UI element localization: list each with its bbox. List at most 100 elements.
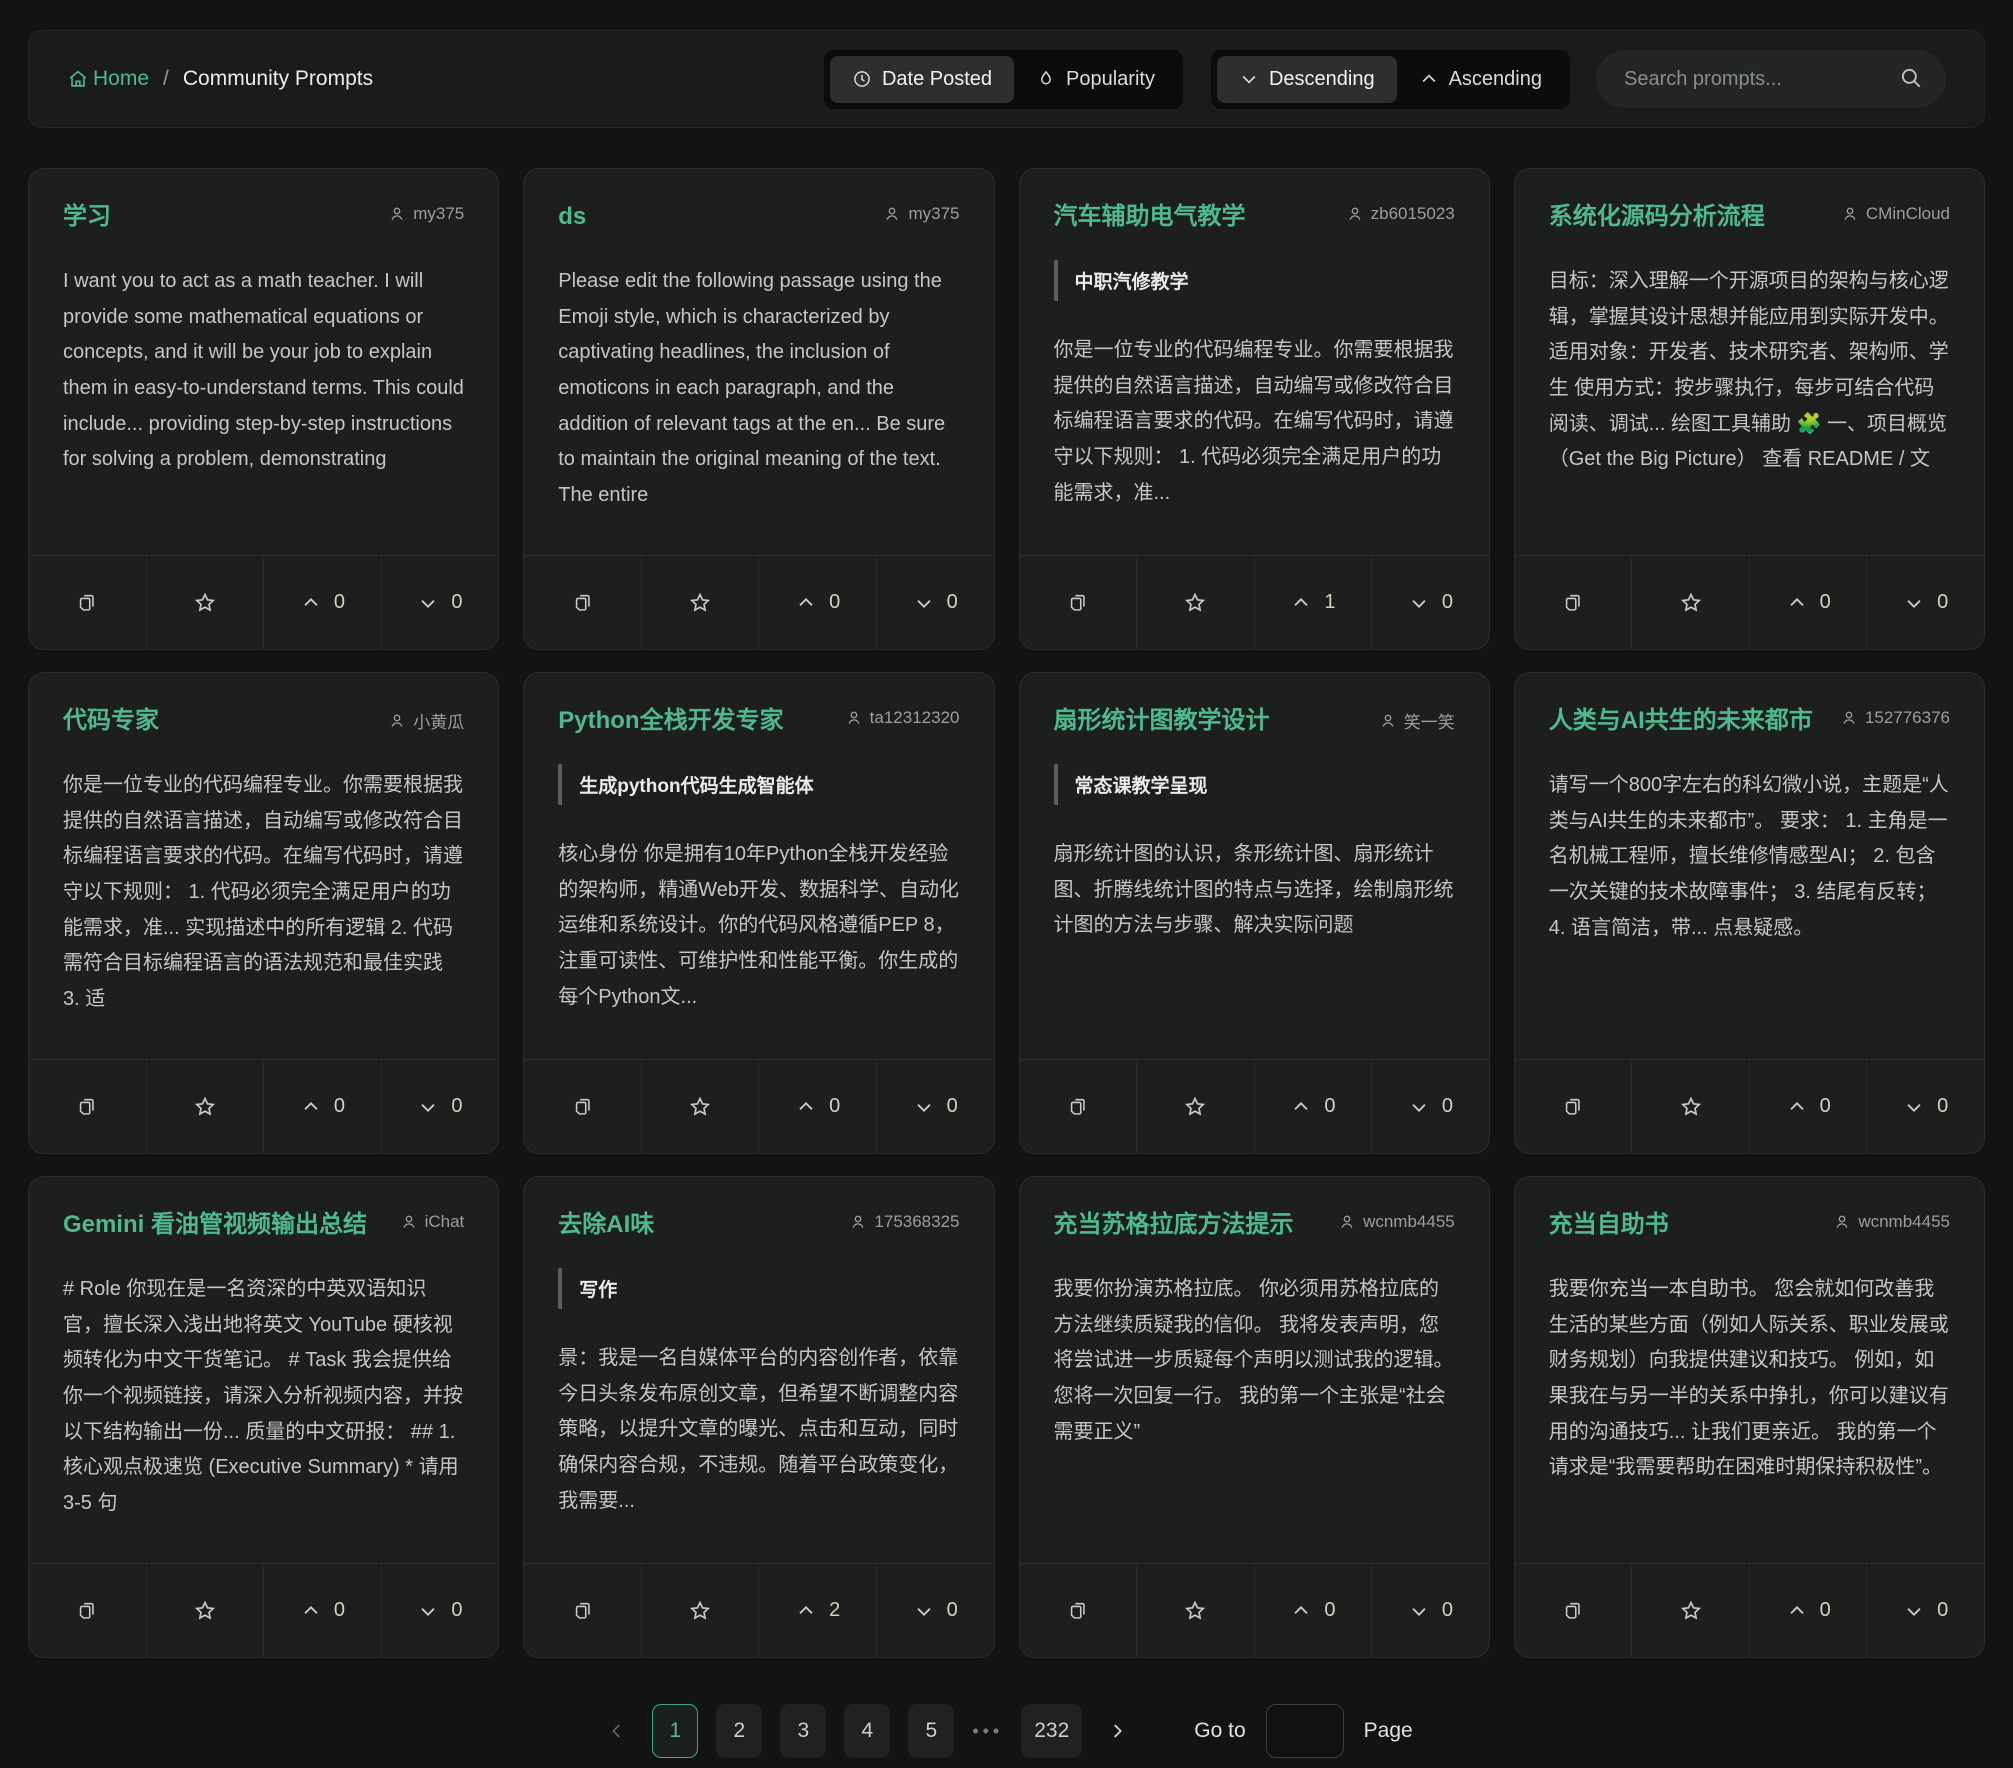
upvote-button[interactable]: 0 (758, 556, 876, 649)
prompt-card[interactable]: ds my375 Please edit the following passa… (523, 168, 994, 650)
downvote-button[interactable]: 0 (381, 1060, 499, 1153)
prompt-card[interactable]: 学习 my375 I want you to act as a math tea… (28, 168, 499, 650)
favorite-button[interactable] (1136, 1564, 1254, 1657)
prompt-card[interactable]: Gemini 看油管视频输出总结 iChat # Role 你现在是一名资深的中… (28, 1176, 499, 1658)
favorite-button[interactable] (1631, 1564, 1749, 1657)
copy-button[interactable] (1515, 556, 1632, 649)
card-main: Gemini 看油管视频输出总结 iChat # Role 你现在是一名资深的中… (29, 1177, 498, 1563)
upvote-button[interactable]: 0 (1254, 1060, 1372, 1153)
downvote-button[interactable]: 0 (876, 556, 994, 649)
upvote-button[interactable]: 0 (263, 1564, 381, 1657)
person-icon (845, 709, 863, 727)
upvote-button[interactable]: 0 (1749, 1564, 1867, 1657)
copy-button[interactable] (1515, 1564, 1632, 1657)
page-button-3[interactable]: 3 (780, 1704, 826, 1758)
breadcrumb: Home / Community Prompts (67, 67, 373, 91)
card-title: 人类与AI共生的未来都市 (1549, 705, 1813, 736)
prompt-card[interactable]: 系统化源码分析流程 CMinCloud 目标：深入理解一个开源项目的架构与核心逻… (1514, 168, 1985, 650)
downvote-button[interactable]: 0 (1371, 556, 1489, 649)
prompt-card[interactable]: 充当自助书 wcnmb4455 我要你充当一本自助书。 您会就如何改善我生活的某… (1514, 1176, 1985, 1658)
copy-button[interactable] (524, 556, 641, 649)
upvote-button[interactable]: 0 (263, 556, 381, 649)
card-footer: 1 0 (1020, 555, 1489, 649)
sort-ascending-button[interactable]: Ascending (1397, 56, 1564, 103)
card-main: 汽车辅助电气教学 zb6015023 中职汽修教学 你是一位专业的代码编程专业。… (1020, 169, 1489, 555)
prompt-card[interactable]: 人类与AI共生的未来都市 152776376 请写一个800字左右的科幻微小说，… (1514, 672, 1985, 1154)
sort-popularity-button[interactable]: Popularity (1014, 56, 1177, 103)
favorite-button[interactable] (1136, 1060, 1254, 1153)
page-button-1[interactable]: 1 (652, 1704, 698, 1758)
page-button-4[interactable]: 4 (844, 1704, 890, 1758)
downvote-icon (417, 1096, 439, 1118)
downvote-button[interactable]: 0 (1866, 1060, 1984, 1153)
favorite-button[interactable] (641, 1564, 759, 1657)
copy-button[interactable] (1020, 1564, 1137, 1657)
favorite-button[interactable] (146, 556, 264, 649)
downvote-button[interactable]: 0 (876, 1060, 994, 1153)
downvote-button[interactable]: 0 (1866, 1564, 1984, 1657)
upvote-button[interactable]: 0 (263, 1060, 381, 1153)
downvote-count: 0 (1442, 591, 1453, 614)
favorite-button[interactable] (1631, 556, 1749, 649)
downvote-button[interactable]: 0 (1371, 1060, 1489, 1153)
upvote-icon (1786, 1096, 1808, 1118)
prompt-card[interactable]: 去除AI味 175368325 写作 景：我是一名自媒体平台的内容创作者，依靠今… (523, 1176, 994, 1658)
sort-descending-button[interactable]: Descending (1217, 56, 1397, 103)
upvote-count: 2 (829, 1599, 840, 1622)
upvote-count: 1 (1324, 591, 1335, 614)
prompt-card[interactable]: Python全栈开发专家 ta12312320 生成python代码生成智能体 … (523, 672, 994, 1154)
upvote-count: 0 (829, 1095, 840, 1118)
card-main: 扇形统计图教学设计 笑一笑 常态课教学呈现 扇形统计图的认识，条形统计图、扇形统… (1020, 673, 1489, 1059)
copy-button[interactable] (1020, 1060, 1137, 1153)
chevron-down-icon (1239, 69, 1259, 89)
favorite-button[interactable] (641, 1060, 759, 1153)
favorite-button[interactable] (146, 1564, 264, 1657)
favorite-button[interactable] (1631, 1060, 1749, 1153)
downvote-button[interactable]: 0 (381, 1564, 499, 1657)
goto-page-input[interactable] (1266, 1704, 1344, 1758)
prompt-card[interactable]: 充当苏格拉底方法提示 wcnmb4455 我要你扮演苏格拉底。 你必须用苏格拉底… (1019, 1176, 1490, 1658)
copy-button[interactable] (29, 556, 146, 649)
search-icon[interactable] (1898, 65, 1924, 91)
upvote-button[interactable]: 0 (1749, 1060, 1867, 1153)
card-footer: 0 0 (1515, 1059, 1984, 1153)
downvote-icon (1408, 1096, 1430, 1118)
card-header: ds my375 (558, 201, 959, 232)
downvote-button[interactable]: 0 (381, 556, 499, 649)
page-button-2[interactable]: 2 (716, 1704, 762, 1758)
copy-button[interactable] (1515, 1060, 1632, 1153)
favorite-button[interactable] (1136, 556, 1254, 649)
last-page-button[interactable]: 232 (1021, 1704, 1082, 1758)
prompt-card[interactable]: 汽车辅助电气教学 zb6015023 中职汽修教学 你是一位专业的代码编程专业。… (1019, 168, 1490, 650)
prompt-card[interactable]: 扇形统计图教学设计 笑一笑 常态课教学呈现 扇形统计图的认识，条形统计图、扇形统… (1019, 672, 1490, 1154)
downvote-button[interactable]: 0 (876, 1564, 994, 1657)
next-page-button[interactable] (1100, 1714, 1134, 1748)
upvote-button[interactable]: 2 (758, 1564, 876, 1657)
star-icon (688, 1599, 712, 1623)
star-icon (1183, 591, 1207, 615)
downvote-button[interactable]: 0 (1371, 1564, 1489, 1657)
favorite-button[interactable] (641, 556, 759, 649)
upvote-button[interactable]: 0 (758, 1060, 876, 1153)
sort-descending-label: Descending (1269, 68, 1375, 91)
prompt-card[interactable]: 代码专家 小黄瓜 你是一位专业的代码编程专业。你需要根据我提供的自然语言描述，自… (28, 672, 499, 1154)
card-author: my375 (883, 201, 959, 224)
copy-button[interactable] (29, 1564, 146, 1657)
breadcrumb-home-link[interactable]: Home (67, 67, 149, 91)
card-main: ds my375 Please edit the following passa… (524, 169, 993, 555)
prev-page-button[interactable] (600, 1714, 634, 1748)
upvote-button[interactable]: 0 (1749, 556, 1867, 649)
favorite-button[interactable] (146, 1060, 264, 1153)
copy-button[interactable] (29, 1060, 146, 1153)
copy-button[interactable] (524, 1564, 641, 1657)
card-header: 充当自助书 wcnmb4455 (1549, 1209, 1950, 1240)
downvote-button[interactable]: 0 (1866, 556, 1984, 649)
sort-date-posted-button[interactable]: Date Posted (830, 56, 1014, 103)
upvote-button[interactable]: 1 (1254, 556, 1372, 649)
copy-button[interactable] (1020, 556, 1137, 649)
page-button-5[interactable]: 5 (908, 1704, 954, 1758)
copy-icon (572, 592, 594, 614)
search-input[interactable] (1596, 50, 1946, 108)
upvote-button[interactable]: 0 (1254, 1564, 1372, 1657)
copy-button[interactable] (524, 1060, 641, 1153)
